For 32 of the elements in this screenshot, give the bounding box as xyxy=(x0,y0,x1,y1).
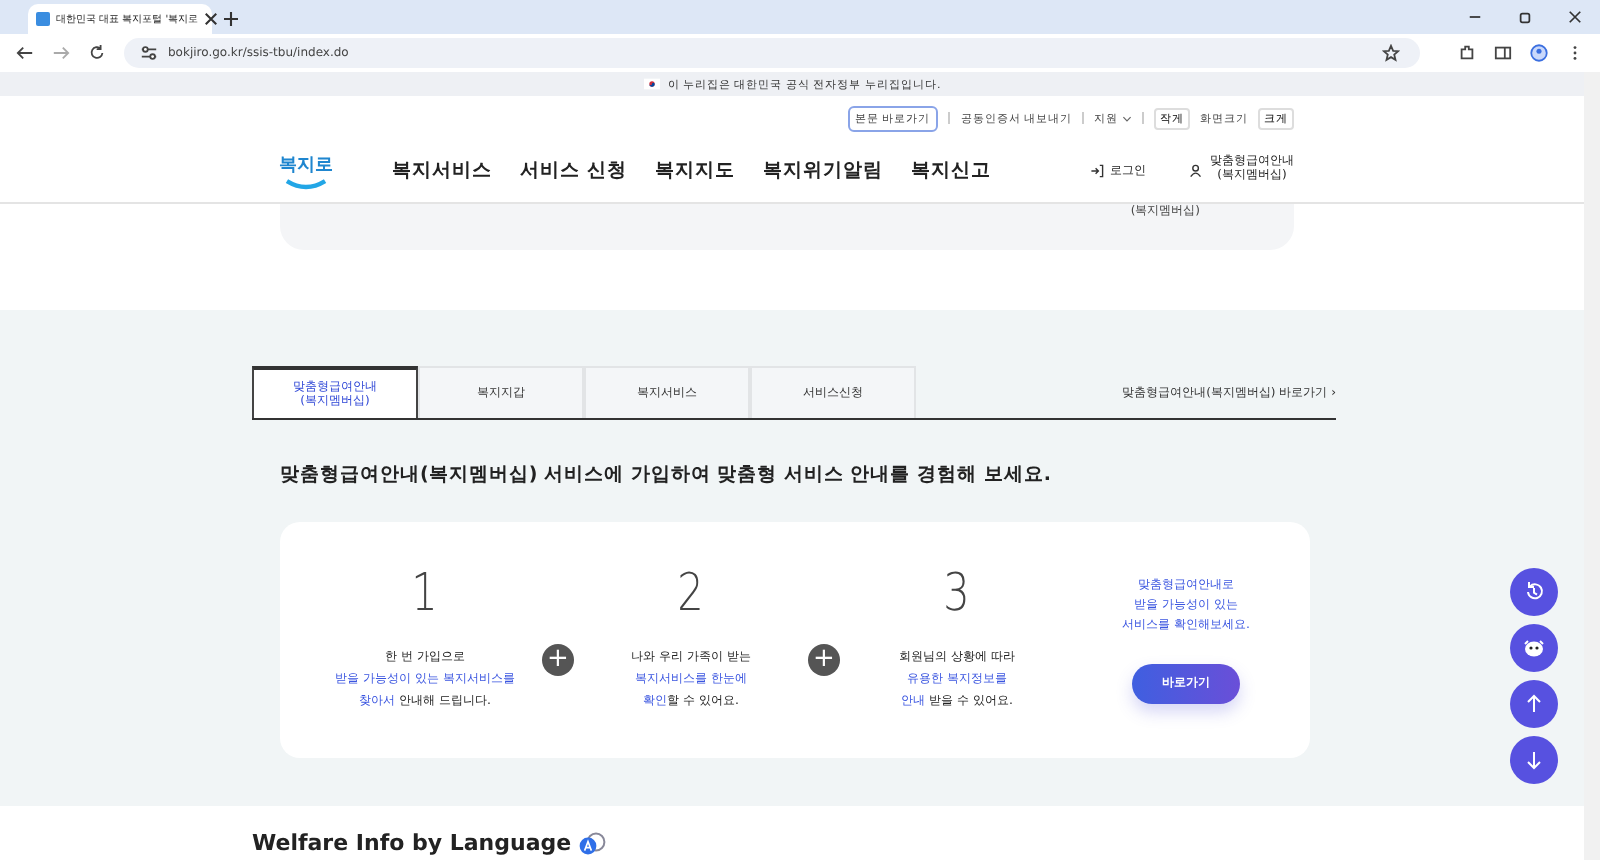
nav-menu-item[interactable]: 복지신고 xyxy=(910,157,991,183)
star-icon[interactable] xyxy=(1382,44,1400,62)
nav-menu-item[interactable]: 복지지도 xyxy=(654,157,735,183)
extensions-icon[interactable] xyxy=(1458,44,1476,62)
section-heading: 맞춤형급여안내(복지멤버십) 서비스에 가입하여 맞춤형 서비스 안내를 경험해 보세요. xyxy=(280,462,1053,488)
scrollbar[interactable] xyxy=(1584,72,1600,860)
person-icon xyxy=(1190,163,1204,177)
close-icon[interactable] xyxy=(1568,10,1582,24)
step-number: 1 xyxy=(411,566,439,625)
step-number: 2 xyxy=(677,566,705,625)
logo-drawing[interactable]: 복지로 xyxy=(280,151,332,189)
site-favicon-icon xyxy=(36,12,50,26)
login-icon xyxy=(1090,163,1104,177)
language-heading: Welfare Info by Language xyxy=(252,830,572,856)
back-icon[interactable] xyxy=(16,44,34,62)
chevron-down-icon xyxy=(1122,115,1132,121)
plus-badge: + xyxy=(542,644,574,676)
sidebar-icon[interactable] xyxy=(1494,44,1512,62)
nav-menu-item[interactable]: 복지서비스 xyxy=(392,157,492,183)
new-tab-icon[interactable] xyxy=(224,12,238,26)
nav-menu-item[interactable]: 서비스 신청 xyxy=(520,157,627,183)
step-number: 3 xyxy=(943,566,971,625)
flag-icon xyxy=(643,78,660,90)
restore-icon[interactable] xyxy=(1518,10,1532,24)
reload-icon[interactable] xyxy=(88,44,106,62)
plus-badge: + xyxy=(808,644,840,676)
minimize-icon[interactable] xyxy=(1468,10,1482,24)
profile-icon[interactable] xyxy=(1530,44,1548,62)
site-settings-icon[interactable] xyxy=(140,44,158,62)
nav-menu-item[interactable]: 복지위기알림 xyxy=(762,157,883,183)
translate-icon[interactable] xyxy=(577,831,606,855)
close-icon[interactable] xyxy=(204,12,219,26)
